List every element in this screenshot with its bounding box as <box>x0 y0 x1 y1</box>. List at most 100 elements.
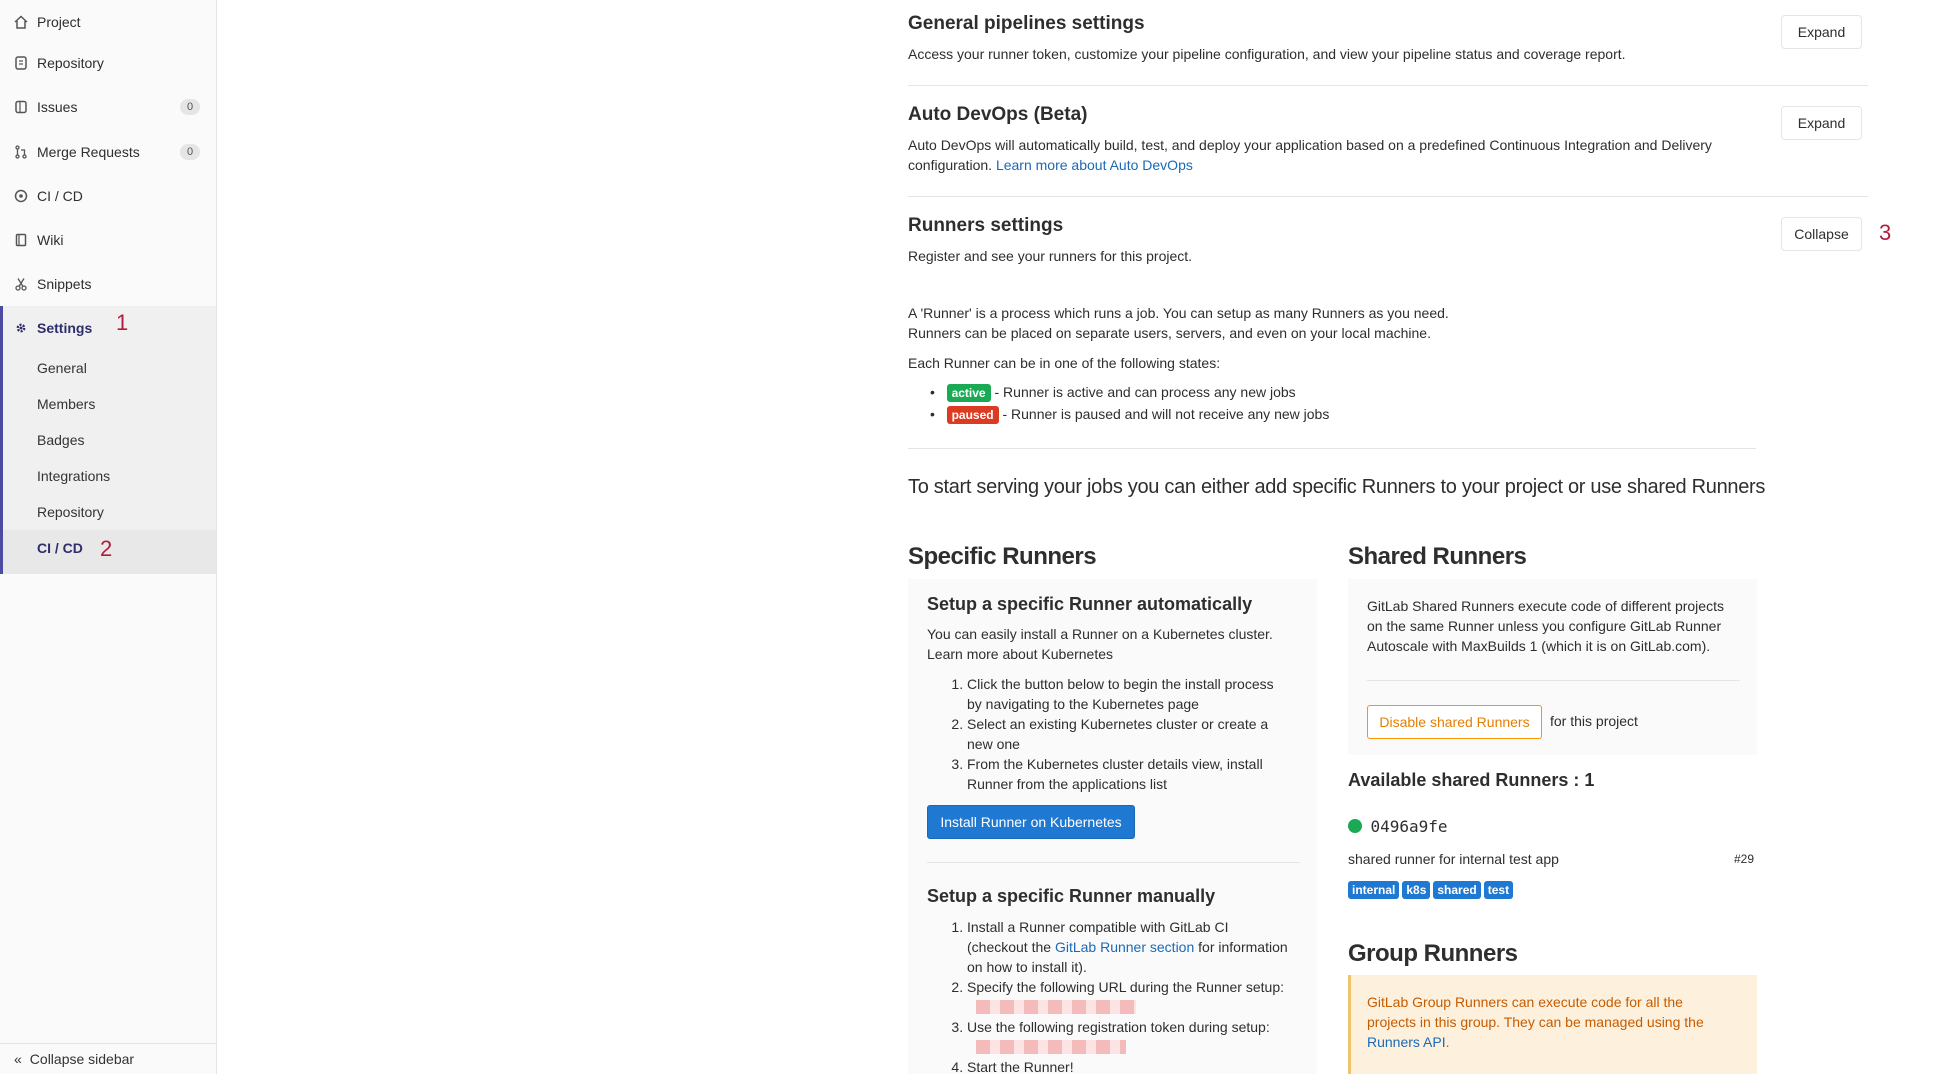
issues-icon <box>13 99 29 115</box>
step-text: on how to install it). <box>967 959 1087 975</box>
auto-setup-title: Setup a specific Runner automatically <box>927 594 1253 614</box>
step-text: Select an existing Kubernetes cluster or… <box>967 716 1269 732</box>
settings-sub-ci-cd[interactable]: CI / CD <box>37 540 83 556</box>
step-text: Start the Runner! <box>967 1059 1074 1074</box>
annotation-3: 3 <box>1879 220 1892 245</box>
bullet: • <box>930 384 943 400</box>
gitlab-runner-section-link[interactable]: GitLab Runner section <box>1055 939 1194 955</box>
manual-setup-title: Setup a specific Runner manually <box>927 886 1216 906</box>
state-active-item: • active - Runner is active and can proc… <box>930 382 1296 402</box>
tag-badge: shared <box>1433 881 1481 899</box>
step-text: new one <box>967 736 1020 752</box>
sidebar-item-settings[interactable]: Settings <box>0 306 216 350</box>
autodevops-learn-more-link[interactable]: Learn more about Auto DevOps <box>996 157 1193 173</box>
divider <box>908 85 1868 86</box>
status-online-icon <box>1348 819 1362 833</box>
scissors-icon <box>13 276 29 292</box>
runners-settings-title: Runners settings <box>908 215 1064 236</box>
runners-collapse-button[interactable]: Collapse <box>1781 217 1862 251</box>
collapse-sidebar-label: Collapse sidebar <box>29 1051 135 1067</box>
sidebar-item-snippets[interactable]: Snippets <box>0 262 216 306</box>
disable-shared-runners-button[interactable]: Disable shared Runners <box>1367 705 1542 739</box>
divider <box>1367 680 1740 681</box>
for-this-project-text: for this project <box>1550 713 1638 729</box>
pipelines-expand-button[interactable]: Expand <box>1781 15 1862 49</box>
runners-settings-desc: Register and see your runners for this p… <box>908 248 1193 264</box>
settings-sub-general[interactable]: General <box>37 360 87 376</box>
autodevops-expand-button[interactable]: Expand <box>1781 106 1862 140</box>
divider <box>908 196 1868 197</box>
shared-runner-entry: 0496a9fe <box>1348 817 1448 838</box>
sidebar-item-label: Repository <box>37 55 104 71</box>
runner-states-intro: Each Runner can be in one of the followi… <box>908 355 1221 371</box>
settings-sub-members[interactable]: Members <box>37 396 95 412</box>
home-icon <box>13 14 29 30</box>
auto-step-3: From the Kubernetes cluster details view… <box>967 754 1274 794</box>
sidebar-item-label: Project <box>37 14 81 30</box>
step-text: Install a Runner compatible with GitLab … <box>967 919 1229 935</box>
settings-sub-integrations[interactable]: Integrations <box>37 468 110 484</box>
sidebar-item-repository[interactable]: Repository <box>0 41 216 85</box>
step-text: Specify the following URL during the Run… <box>967 979 1284 995</box>
sidebar-item-issues[interactable]: Issues 0 <box>0 85 216 129</box>
shared-runners-heading: Shared Runners <box>1348 543 1527 570</box>
auto-step-1: Click the button below to begin the inst… <box>967 674 1274 714</box>
tag-badge: k8s <box>1402 881 1431 899</box>
book-icon <box>13 232 29 248</box>
auto-setup-steps: Click the button below to begin the inst… <box>927 674 1274 794</box>
sidebar-item-wiki[interactable]: Wiki <box>0 218 216 262</box>
auto-setup-desc: You can easily install a Runner on a Kub… <box>927 626 1273 642</box>
settings-sub-badges[interactable]: Badges <box>37 432 84 448</box>
sidebar-item-label: CI / CD <box>37 188 83 204</box>
pipelines-settings-title: General pipelines settings <box>908 13 1145 34</box>
doc-icon <box>13 55 29 71</box>
runners-intro-headline: To start serving your jobs you can eithe… <box>908 476 1766 498</box>
redacted-url <box>976 1000 1136 1014</box>
autodevops-title: Auto DevOps (Beta) <box>908 104 1088 125</box>
collapse-sidebar-button[interactable]: « Collapse sidebar <box>0 1043 216 1074</box>
sidebar-item-label: Issues <box>37 99 78 115</box>
sidebar-item-ci-cd[interactable]: CI / CD <box>0 174 216 218</box>
step-text: by navigating to the Kubernetes page <box>967 696 1199 712</box>
period-text: . <box>1445 1034 1450 1050</box>
runner-explain-line2: Runners can be placed on separate users,… <box>908 325 1431 341</box>
sidebar-item-project[interactable]: Project <box>0 0 216 44</box>
double-chevron-left-icon: « <box>14 1051 22 1067</box>
step-text: Use the following registration token dur… <box>967 1019 1270 1035</box>
step-text: (checkout the <box>967 939 1052 955</box>
bullet: • <box>930 406 943 422</box>
shared-desc-line1: GitLab Shared Runners execute code of di… <box>1367 598 1724 614</box>
sidebar-item-label: Settings <box>37 320 93 336</box>
manual-step-4: Start the Runner! <box>967 1057 1288 1074</box>
runners-api-link[interactable]: Runners API <box>1367 1034 1446 1050</box>
state-paused-item: • paused - Runner is paused and will not… <box>930 404 1329 424</box>
autodevops-desc-line2: configuration. Learn more about Auto Dev… <box>908 155 1758 175</box>
available-shared-runners-title: Available shared Runners : 1 <box>1348 770 1595 790</box>
issues-count-badge: 0 <box>180 99 200 115</box>
sidebar-item-label: Snippets <box>37 276 92 292</box>
install-runner-kubernetes-button[interactable]: Install Runner on Kubernetes <box>927 805 1135 839</box>
merge-requests-count-badge: 0 <box>180 144 200 160</box>
runner-id-link[interactable]: 0496a9fe <box>1370 817 1447 836</box>
divider <box>927 862 1300 863</box>
sidebar-item-merge-requests[interactable]: Merge Requests 0 <box>0 130 216 174</box>
sidebar-item-label: Wiki <box>37 232 64 248</box>
settings-sub-repository[interactable]: Repository <box>37 504 104 520</box>
merge-icon <box>13 144 29 160</box>
sidebar-item-label: Merge Requests <box>37 144 140 160</box>
group-desc-line3: Runners API. <box>1367 1032 1450 1052</box>
runner-description: shared runner for internal test app <box>1348 851 1559 867</box>
group-desc-line1: GitLab Group Runners can execute code fo… <box>1367 994 1683 1010</box>
kubernetes-learn-more-link[interactable]: Learn more about Kubernetes <box>927 644 1113 664</box>
auto-step-2: Select an existing Kubernetes cluster or… <box>967 714 1274 754</box>
step-text: Click the button below to begin the inst… <box>967 676 1274 692</box>
runner-tags: internal k8s shared test <box>1348 879 1516 899</box>
tag-badge: test <box>1483 881 1514 899</box>
autodevops-desc-line1: Auto DevOps will automatically build, te… <box>908 137 1712 153</box>
gear-icon <box>13 320 29 336</box>
paused-state-text: - Runner is paused and will not receive … <box>1002 406 1330 422</box>
active-state-badge: active <box>946 384 991 402</box>
group-desc-line2: projects in this group. They can be mana… <box>1367 1014 1704 1030</box>
manual-step-1: Install a Runner compatible with GitLab … <box>967 917 1288 977</box>
annotation-2: 2 <box>100 536 113 561</box>
